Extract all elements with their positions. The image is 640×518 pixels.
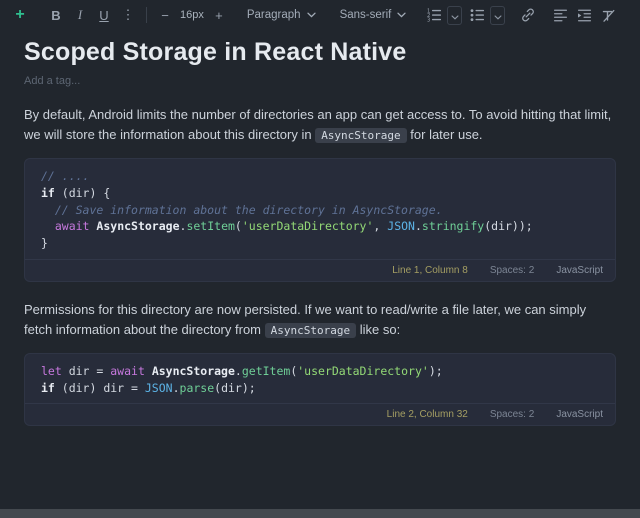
spaces-setting: Spaces: 2 xyxy=(490,409,534,420)
bold-button[interactable]: B xyxy=(44,3,68,27)
paragraph-text: like so: xyxy=(356,322,400,337)
toolbar-separator xyxy=(146,7,147,23)
code-block[interactable]: let dir = await AsyncStorage.getItem('us… xyxy=(24,353,616,426)
horizontal-scrollbar[interactable] xyxy=(0,509,640,518)
paragraph-style-dropdown[interactable]: Paragraph xyxy=(239,3,324,27)
align-left-icon xyxy=(553,8,568,22)
language-selector[interactable]: JavaScript xyxy=(556,265,603,276)
code-block[interactable]: // ....if (dir) { // Save information ab… xyxy=(24,158,616,281)
paragraph[interactable]: By default, Android limits the number of… xyxy=(24,105,616,145)
cursor-position: Line 1, Column 8 xyxy=(392,265,468,276)
link-icon xyxy=(520,7,536,23)
underline-button[interactable]: U xyxy=(92,3,116,27)
ordered-list-icon: 1 2 3 xyxy=(427,8,442,22)
code-status-bar: Line 1, Column 8 Spaces: 2 JavaScript xyxy=(25,259,615,281)
cursor-position: Line 2, Column 32 xyxy=(387,409,468,420)
editor-toolbar: + B I U ⋮ − 16px + Paragraph Sans-serif … xyxy=(0,0,640,30)
spaces-setting: Spaces: 2 xyxy=(490,265,534,276)
font-family-label: Sans-serif xyxy=(340,9,392,21)
paragraph-style-label: Paragraph xyxy=(247,9,301,21)
bullet-list-dropdown[interactable] xyxy=(490,6,505,25)
inline-code: AsyncStorage xyxy=(315,128,406,143)
indent-button[interactable] xyxy=(572,3,596,27)
svg-text:3: 3 xyxy=(427,18,430,22)
ordered-list-dropdown[interactable] xyxy=(447,6,462,25)
more-formatting-button[interactable]: ⋮ xyxy=(116,3,140,27)
decrease-font-button[interactable]: − xyxy=(153,3,177,27)
code-content[interactable]: // ....if (dir) { // Save information ab… xyxy=(25,159,615,258)
clear-formatting-icon xyxy=(600,8,616,23)
font-size-value: 16px xyxy=(177,9,207,21)
font-family-dropdown[interactable]: Sans-serif xyxy=(332,3,415,27)
paragraph[interactable]: Permissions for this directory are now p… xyxy=(24,300,616,340)
add-block-button[interactable]: + xyxy=(8,3,32,27)
italic-button[interactable]: I xyxy=(68,3,92,27)
clear-formatting-button[interactable] xyxy=(596,3,620,27)
increase-font-button[interactable]: + xyxy=(207,3,231,27)
inline-code: AsyncStorage xyxy=(265,323,356,338)
link-button[interactable] xyxy=(516,3,540,27)
tag-input[interactable] xyxy=(24,75,244,87)
ordered-list-button[interactable]: 1 2 3 xyxy=(422,3,446,27)
chevron-down-icon xyxy=(451,8,459,23)
indent-icon xyxy=(577,8,592,22)
paragraph-text: for later use. xyxy=(407,127,483,142)
bullet-list-button[interactable] xyxy=(465,3,489,27)
note-title[interactable]: Scoped Storage in React Native xyxy=(24,38,616,67)
bullet-list-icon xyxy=(470,8,485,22)
language-selector[interactable]: JavaScript xyxy=(556,409,603,420)
chevron-down-icon xyxy=(494,8,502,23)
code-content[interactable]: let dir = await AsyncStorage.getItem('us… xyxy=(25,354,615,403)
chevron-down-icon xyxy=(307,9,316,21)
align-left-button[interactable] xyxy=(548,3,572,27)
code-status-bar: Line 2, Column 32 Spaces: 2 JavaScript xyxy=(25,403,615,425)
chevron-down-icon xyxy=(397,9,406,21)
